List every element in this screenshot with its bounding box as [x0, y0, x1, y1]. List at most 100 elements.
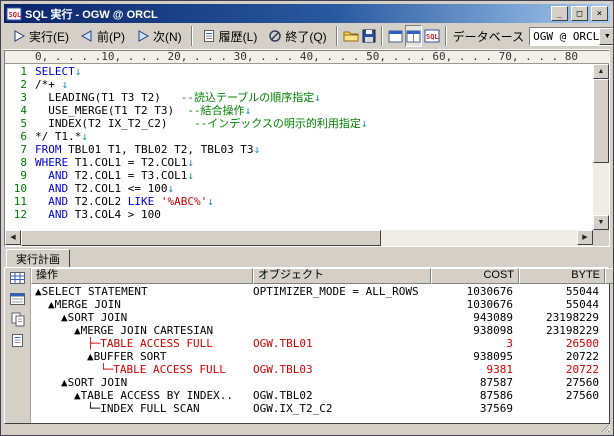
editor-line[interactable]: 4 USE_MERGE(T1 T2 T3) --結合操作↓: [5, 104, 593, 117]
editor-line[interactable]: 8WHERE T1.COL1 = T2.COL1↓: [5, 156, 593, 169]
code-segment-kw: SELECT: [35, 65, 75, 78]
tab-execution-plan[interactable]: 実行計画: [6, 249, 70, 267]
arrow-down-icon: ▼: [598, 219, 605, 226]
code-segment-nl: ↓: [62, 78, 69, 91]
plan-row[interactable]: ▲SELECT STATEMENTOPTIMIZER_MODE = ALL_RO…: [31, 285, 609, 298]
stop-icon: [268, 29, 282, 43]
combo-dropdown-button[interactable]: ▼: [599, 28, 614, 45]
sql-editor[interactable]: 1SELECT↓2/*+ ↓3 LEADING(T1 T3 T2) --読込テー…: [5, 64, 593, 230]
save-button[interactable]: [361, 25, 377, 47]
code-segment-st: '%ABC%': [161, 195, 207, 208]
plan-object: OGW.IX_T2_C2: [253, 402, 431, 415]
plan-cost: 87586: [431, 389, 519, 402]
plan-row[interactable]: ▲SORT JOIN94308923198229: [31, 311, 609, 324]
open-file-button[interactable]: [342, 25, 360, 47]
export-plan-button[interactable]: [8, 332, 28, 349]
editor-line[interactable]: 9 AND T2.COL1 = T3.COL1↓: [5, 169, 593, 182]
sql-editor-panel: 0, . . . .10, . . . 20, . . . 30, . . . …: [4, 50, 610, 247]
editor-line[interactable]: 5 INDEX(T2 IX_T2_C2) --インデックスの明示的利用指定↓: [5, 117, 593, 130]
next-button[interactable]: 次(N): [131, 25, 187, 47]
plan-row[interactable]: ▲MERGE JOIN CARTESIAN93809823198229: [31, 324, 609, 337]
resize-grip[interactable]: [597, 424, 610, 432]
editor-line[interactable]: 12 AND T3.COL4 > 100: [5, 208, 593, 221]
column-header-operation[interactable]: 操作: [31, 268, 253, 284]
code-segment-id: T2.COL2: [68, 195, 128, 208]
code-segment-id: T2.COL1 <= 100: [68, 182, 167, 195]
sql-window-button[interactable]: SQL: [423, 25, 441, 47]
plan-grid-button[interactable]: [8, 269, 28, 286]
plan-header-row: 操作 オブジェクト COST BYTE: [31, 268, 609, 284]
plan-row[interactable]: ▲TABLE ACCESS BY INDEX..OGW.TBL028758627…: [31, 389, 609, 402]
close-button[interactable]: ×: [591, 6, 608, 21]
code-segment-nl: ↓: [167, 182, 174, 195]
run-label: 実行(E): [29, 28, 69, 45]
prev-label: 前(P): [97, 28, 125, 45]
plan-row[interactable]: └─INDEX FULL SCANOGW.IX_T2_C237569: [31, 402, 609, 415]
editor-line[interactable]: 1SELECT↓: [5, 65, 593, 78]
database-combobox[interactable]: OGW @ ORCL ▼: [529, 27, 614, 46]
scroll-left-button[interactable]: ◀: [5, 230, 21, 245]
plan-row[interactable]: ├─TABLE ACCESS FULLOGW.TBL01326500: [31, 337, 609, 350]
plan-byte: 27560: [519, 376, 605, 389]
plan-cost: 37569: [431, 402, 519, 415]
vertical-scrollbar[interactable]: ▲ ▼: [593, 64, 609, 230]
editor-line[interactable]: 3 LEADING(T1 T3 T2) --読込テーブルの順序指定↓: [5, 91, 593, 104]
editor-line[interactable]: 6*/ T1.*↓: [5, 130, 593, 143]
code-segment-cm: --結合操作: [187, 104, 244, 117]
line-number: 1: [5, 65, 35, 78]
column-header-byte[interactable]: BYTE: [519, 268, 605, 284]
plan-byte: 23198229: [519, 324, 605, 337]
vertical-scroll-track[interactable]: [593, 163, 609, 215]
copy-plan-button[interactable]: [8, 311, 28, 328]
code-segment-nl: ↓: [254, 143, 261, 156]
minimize-button[interactable]: _: [551, 6, 568, 21]
grid-icon: [10, 271, 25, 285]
run-button[interactable]: 実行(E): [7, 25, 74, 47]
code-segment-nl: ↓: [187, 156, 194, 169]
editor-line[interactable]: 2/*+ ↓: [5, 78, 593, 91]
code-segment-kw: LIKE: [128, 195, 155, 208]
line-number: 8: [5, 156, 35, 169]
folder-open-icon: [343, 29, 359, 43]
line-number: 3: [5, 91, 35, 104]
plan-row[interactable]: ▲SORT JOIN8758727560: [31, 376, 609, 389]
line-number: 2: [5, 78, 35, 91]
plan-operation: └─INDEX FULL SCAN: [31, 402, 253, 415]
plan-object: [253, 298, 431, 311]
maximize-button[interactable]: □: [571, 6, 588, 21]
execution-plan-panel: 操作 オブジェクト COST BYTE ▲SELECT STATEMENTOPT…: [4, 267, 610, 424]
plan-object: OPTIMIZER_MODE = ALL_ROWS: [253, 285, 431, 298]
split-layout-button[interactable]: [405, 25, 422, 47]
code-segment-id: [35, 182, 48, 195]
plan-row[interactable]: ▲BUFFER SORT93809520722: [31, 350, 609, 363]
toolbar-separator: [381, 26, 383, 46]
horizontal-scroll-thumb[interactable]: [21, 230, 381, 246]
scroll-down-button[interactable]: ▼: [593, 215, 609, 230]
scroll-right-button[interactable]: ▶: [577, 230, 593, 245]
history-button[interactable]: 履歴(L): [197, 25, 263, 47]
horizontal-scrollbar[interactable]: ◀ ▶: [5, 230, 609, 246]
code-segment-nl: ↓: [81, 130, 88, 143]
prev-button[interactable]: 前(P): [75, 25, 130, 47]
plan-form-button[interactable]: [8, 290, 28, 307]
column-header-cost[interactable]: COST: [431, 268, 519, 284]
window-bottom-frame: [4, 424, 610, 432]
line-number: 5: [5, 117, 35, 130]
column-header-object[interactable]: オブジェクト: [253, 268, 431, 284]
scroll-up-button[interactable]: ▲: [593, 64, 609, 79]
vertical-scroll-thumb[interactable]: [593, 79, 609, 163]
editor-line[interactable]: 7FROM TBL01 T1, TBL02 T2, TBL03 T3↓: [5, 143, 593, 156]
quit-button[interactable]: 終了(Q): [263, 25, 331, 47]
plan-row[interactable]: └─TABLE ACCESS FULLOGW.TBL03938120722: [31, 363, 609, 376]
window-layout-button[interactable]: [387, 25, 404, 47]
maximize-icon: □: [577, 9, 582, 19]
plan-row[interactable]: ▲MERGE JOIN103067655044: [31, 298, 609, 311]
editor-line[interactable]: 10 AND T2.COL1 <= 100↓: [5, 182, 593, 195]
horizontal-scroll-track[interactable]: [381, 230, 577, 246]
title-bar[interactable]: SQL SQL 実行 - OGW @ ORCL _ □ ×: [4, 4, 610, 23]
editor-line[interactable]: 11 AND T2.COL2 LIKE '%ABC%'↓: [5, 195, 593, 208]
page-icon: [11, 333, 24, 348]
plan-operation: ▲SORT JOIN: [31, 311, 253, 324]
plan-operation: ▲TABLE ACCESS BY INDEX..: [31, 389, 253, 402]
next-label: 次(N): [153, 28, 182, 45]
